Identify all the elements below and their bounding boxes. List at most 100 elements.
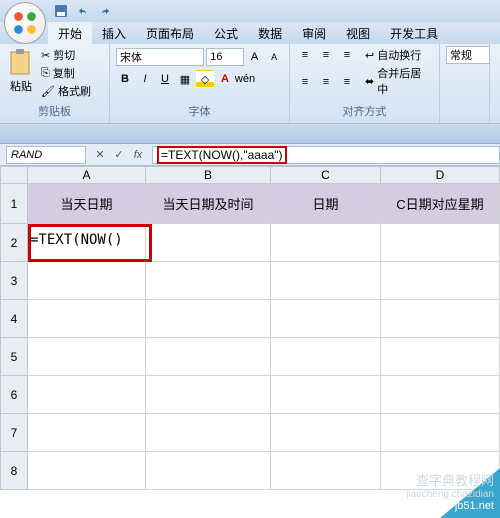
font-color-button[interactable]: A: [216, 70, 234, 88]
cut-button[interactable]: ✂剪切: [40, 46, 92, 64]
select-all-corner[interactable]: [0, 166, 28, 184]
cell-d4[interactable]: [381, 300, 500, 338]
align-right-button[interactable]: ≡: [338, 73, 356, 91]
row-header-4[interactable]: 4: [0, 300, 28, 338]
cell-c6[interactable]: [271, 376, 381, 414]
undo-icon[interactable]: [74, 3, 92, 19]
name-box[interactable]: RAND: [6, 146, 86, 164]
tab-data[interactable]: 数据: [248, 22, 292, 44]
office-button[interactable]: [4, 2, 46, 44]
wrap-text-button[interactable]: ↩自动换行: [364, 46, 433, 64]
merge-center-button[interactable]: ⬌合并后居中: [364, 64, 433, 98]
cell-b8[interactable]: [146, 452, 271, 490]
cell-c5[interactable]: [271, 338, 381, 376]
align-center-button[interactable]: ≡: [317, 73, 335, 91]
row-header-8[interactable]: 8: [0, 452, 28, 490]
cell-c8[interactable]: [271, 452, 381, 490]
row-header-5[interactable]: 5: [0, 338, 28, 376]
tab-formula[interactable]: 公式: [204, 22, 248, 44]
formula-input[interactable]: =TEXT(NOW(),"aaaa"): [152, 146, 500, 164]
cell-d1[interactable]: C日期对应星期: [381, 184, 500, 224]
tab-insert[interactable]: 插入: [92, 22, 136, 44]
active-cell-editing-text: =TEXT(NOW(): [30, 232, 123, 248]
cell-b4[interactable]: [146, 300, 271, 338]
spreadsheet-grid[interactable]: A B C D 1 2 3 4 5 6 7 8 当天日期 当天日期及时间 日期 …: [0, 166, 500, 490]
tab-layout[interactable]: 页面布局: [136, 22, 204, 44]
align-left-button[interactable]: ≡: [296, 73, 314, 91]
col-header-a[interactable]: A: [28, 166, 146, 184]
paste-button[interactable]: 粘贴: [6, 46, 36, 100]
shrink-font-button[interactable]: A: [265, 48, 283, 66]
cell-d6[interactable]: [381, 376, 500, 414]
redo-icon[interactable]: [96, 3, 114, 19]
row-header-3[interactable]: 3: [0, 262, 28, 300]
cell-b5[interactable]: [146, 338, 271, 376]
cell-b3[interactable]: [146, 262, 271, 300]
group-clipboard-label: 剪贴板: [6, 101, 103, 121]
copy-button[interactable]: ⎘复制: [40, 64, 92, 82]
grow-font-button[interactable]: A: [246, 48, 264, 66]
wrap-icon: ↩: [365, 49, 374, 62]
bold-button[interactable]: B: [116, 70, 134, 88]
cell-c1[interactable]: 日期: [271, 184, 381, 224]
italic-button[interactable]: I: [136, 70, 154, 88]
copy-icon: ⎘: [41, 67, 50, 80]
merge-icon: ⬌: [365, 75, 374, 88]
scissors-icon: ✂: [41, 49, 50, 62]
brush-icon: 🖌: [41, 85, 55, 98]
phonetic-button[interactable]: wén: [236, 70, 254, 88]
cell-b2[interactable]: [146, 224, 271, 262]
cell-a6[interactable]: [28, 376, 146, 414]
align-top-button[interactable]: ≡: [296, 46, 314, 64]
cell-a4[interactable]: [28, 300, 146, 338]
tab-view[interactable]: 视图: [336, 22, 380, 44]
group-align-label: 对齐方式: [296, 101, 433, 121]
row-header-7[interactable]: 7: [0, 414, 28, 452]
cell-d7[interactable]: [381, 414, 500, 452]
save-icon[interactable]: [52, 3, 70, 19]
tab-review[interactable]: 审阅: [292, 22, 336, 44]
number-format-combo[interactable]: 常规: [446, 46, 490, 64]
col-header-c[interactable]: C: [271, 166, 381, 184]
underline-button[interactable]: U: [156, 70, 174, 88]
fill-color-button[interactable]: ◇: [196, 70, 214, 88]
cell-c2[interactable]: [271, 224, 381, 262]
cell-a1[interactable]: 当天日期: [28, 184, 146, 224]
row-header-1[interactable]: 1: [0, 184, 28, 224]
col-header-d[interactable]: D: [381, 166, 500, 184]
cell-d2[interactable]: [381, 224, 500, 262]
formula-text: =TEXT(NOW(),"aaaa"): [157, 146, 287, 164]
cell-d5[interactable]: [381, 338, 500, 376]
row-header-2[interactable]: 2: [0, 224, 28, 262]
ribbon-tabs: 开始 插入 页面布局 公式 数据 审阅 视图 开发工具: [0, 22, 500, 44]
font-name-combo[interactable]: 宋体: [116, 48, 204, 66]
formula-bar: RAND ✕ ✓ fx =TEXT(NOW(),"aaaa"): [0, 144, 500, 166]
cell-a3[interactable]: [28, 262, 146, 300]
cell-c7[interactable]: [271, 414, 381, 452]
format-painter-button[interactable]: 🖌格式刷: [40, 82, 92, 100]
cancel-formula-button[interactable]: ✕: [92, 147, 108, 163]
cell-a5[interactable]: [28, 338, 146, 376]
border-button[interactable]: ▦: [176, 70, 194, 88]
cell-a8[interactable]: [28, 452, 146, 490]
align-bottom-button[interactable]: ≡: [338, 46, 356, 64]
cell-c4[interactable]: [271, 300, 381, 338]
tab-home[interactable]: 开始: [48, 22, 92, 44]
align-middle-button[interactable]: ≡: [317, 46, 335, 64]
cell-b1[interactable]: 当天日期及时间: [146, 184, 271, 224]
fx-button[interactable]: fx: [130, 147, 146, 163]
row-header-6[interactable]: 6: [0, 376, 28, 414]
cell-a7[interactable]: [28, 414, 146, 452]
ribbon: 粘贴 ✂剪切 ⎘复制 🖌格式刷 剪贴板 宋体 16 A A B I U ▦ ◇ …: [0, 44, 500, 124]
confirm-formula-button[interactable]: ✓: [111, 147, 127, 163]
addon-toolbar: [0, 124, 500, 144]
paste-label: 粘贴: [10, 78, 32, 94]
cell-d3[interactable]: [381, 262, 500, 300]
watermark: 查字典教程网 jiaocheng.chazidian jb51.net: [406, 470, 494, 512]
cell-b7[interactable]: [146, 414, 271, 452]
tab-dev[interactable]: 开发工具: [380, 22, 448, 44]
font-size-combo[interactable]: 16: [206, 48, 243, 66]
cell-b6[interactable]: [146, 376, 271, 414]
col-header-b[interactable]: B: [146, 166, 271, 184]
cell-c3[interactable]: [271, 262, 381, 300]
